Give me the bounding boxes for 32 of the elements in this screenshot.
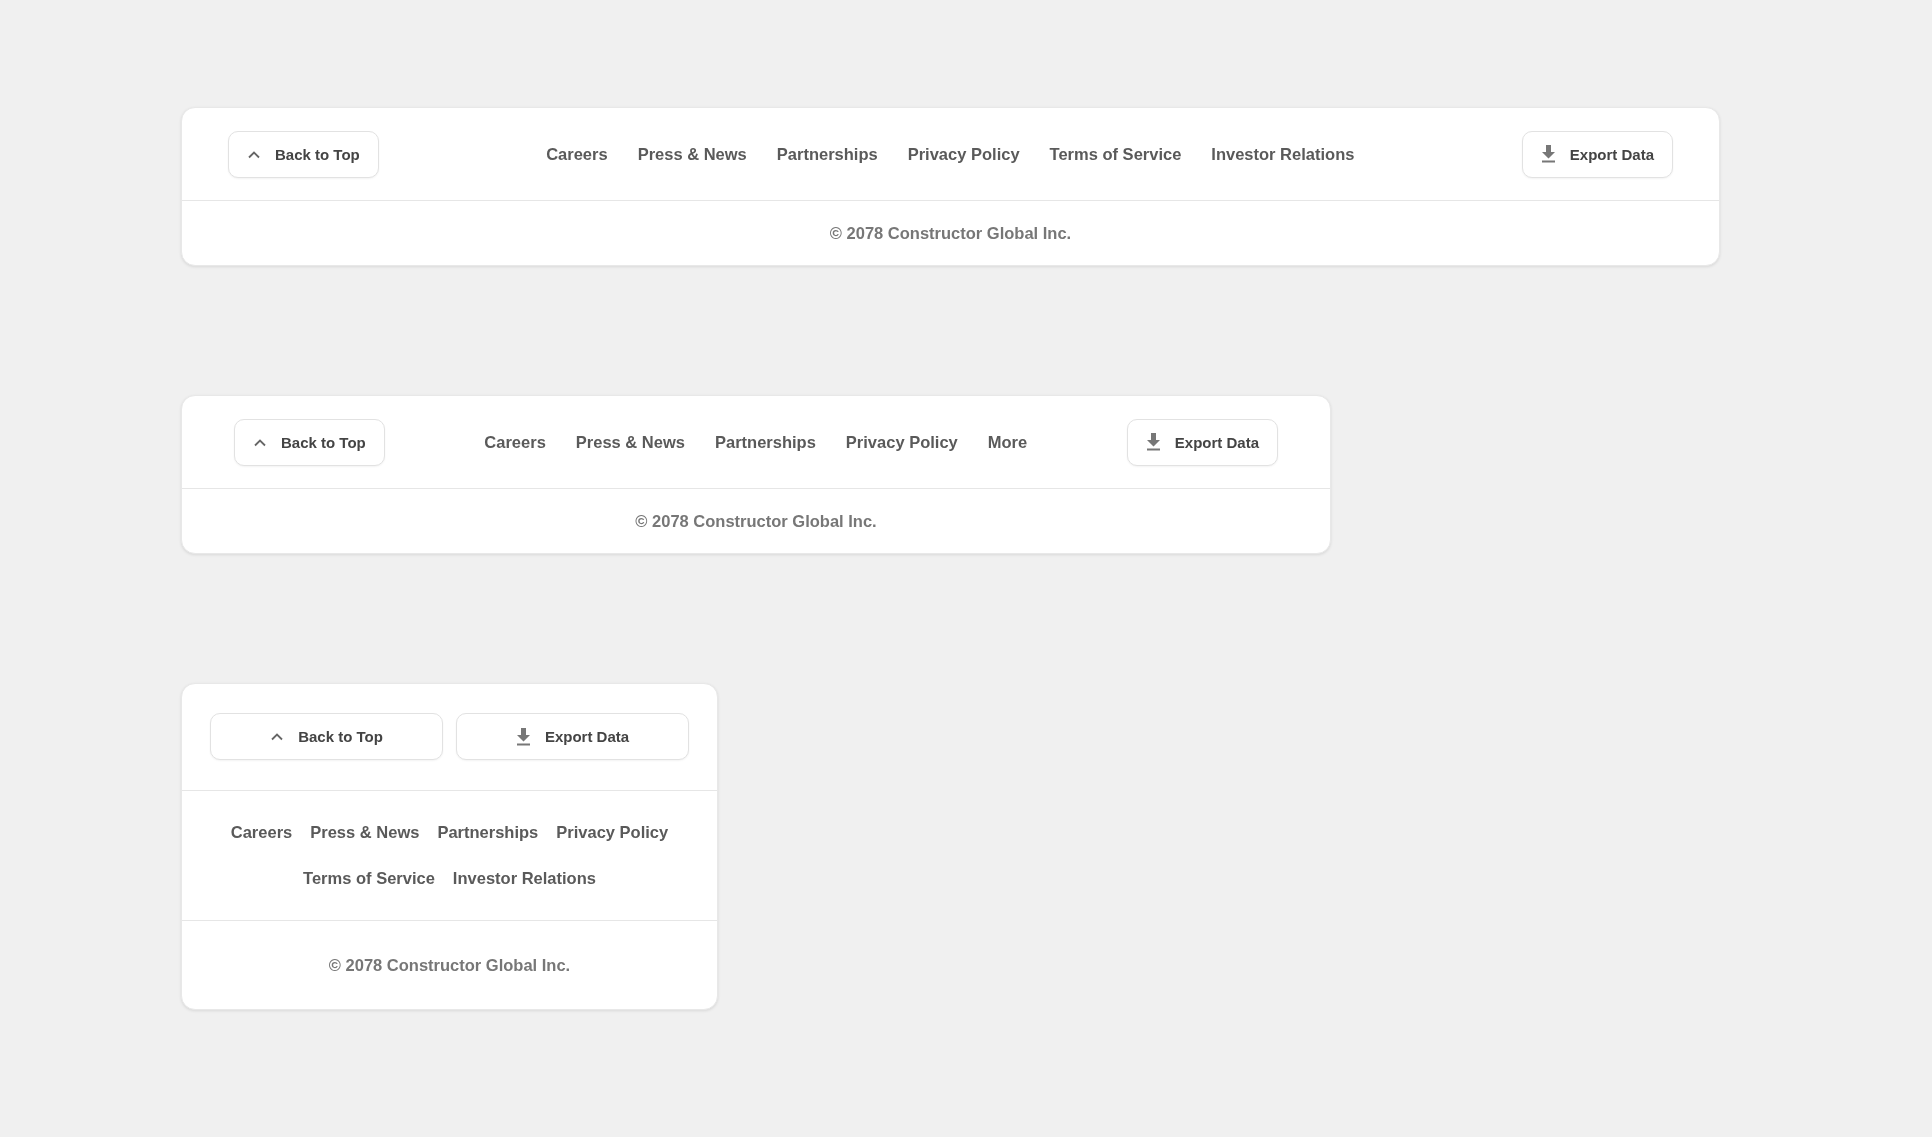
footer-link[interactable]: Partnerships: [776, 144, 878, 164]
footer-link[interactable]: Careers: [546, 144, 608, 164]
footer-link[interactable]: Privacy Policy: [845, 432, 958, 452]
chevron-up-icon: [253, 437, 267, 447]
footer-link[interactable]: Privacy Policy: [556, 823, 669, 842]
back-to-top-button[interactable]: Back to Top: [210, 713, 443, 760]
chevron-up-icon: [270, 732, 285, 741]
footer-link[interactable]: Terms of Service: [303, 869, 435, 888]
footer-link[interactable]: More: [987, 432, 1028, 452]
copyright-text: © 2078 Constructor Global Inc.: [328, 955, 571, 975]
footer-link[interactable]: Press & News: [575, 432, 685, 452]
download-icon: [515, 727, 531, 746]
footer-link[interactable]: Press & News: [310, 823, 420, 842]
footer-link[interactable]: Terms of Service: [1049, 144, 1182, 164]
export-data-button[interactable]: Export Data: [1521, 130, 1673, 178]
download-icon: [1540, 145, 1556, 163]
footer-link[interactable]: Careers: [230, 823, 293, 842]
footer-link[interactable]: Careers: [484, 432, 546, 452]
export-data-button[interactable]: Export Data: [1126, 418, 1278, 466]
footer-link[interactable]: Partnerships: [714, 432, 816, 452]
footer-link[interactable]: Investor Relations: [1211, 144, 1355, 164]
footer-link[interactable]: Press & News: [637, 144, 747, 164]
back-to-top-button[interactable]: Back to Top: [228, 130, 379, 178]
back-to-top-button[interactable]: Back to Top: [234, 418, 385, 466]
chevron-up-icon: [247, 149, 261, 159]
footer-link[interactable]: Investor Relations: [452, 869, 596, 888]
copyright-text: © 2078 Constructor Global Inc.: [635, 511, 877, 531]
download-icon: [1145, 433, 1161, 451]
footer-link[interactable]: Partnerships: [437, 823, 539, 842]
copyright-text: © 2078 Constructor Global Inc.: [829, 223, 1072, 243]
export-data-button[interactable]: Export Data: [456, 713, 689, 760]
footer-link[interactable]: Privacy Policy: [907, 144, 1020, 164]
